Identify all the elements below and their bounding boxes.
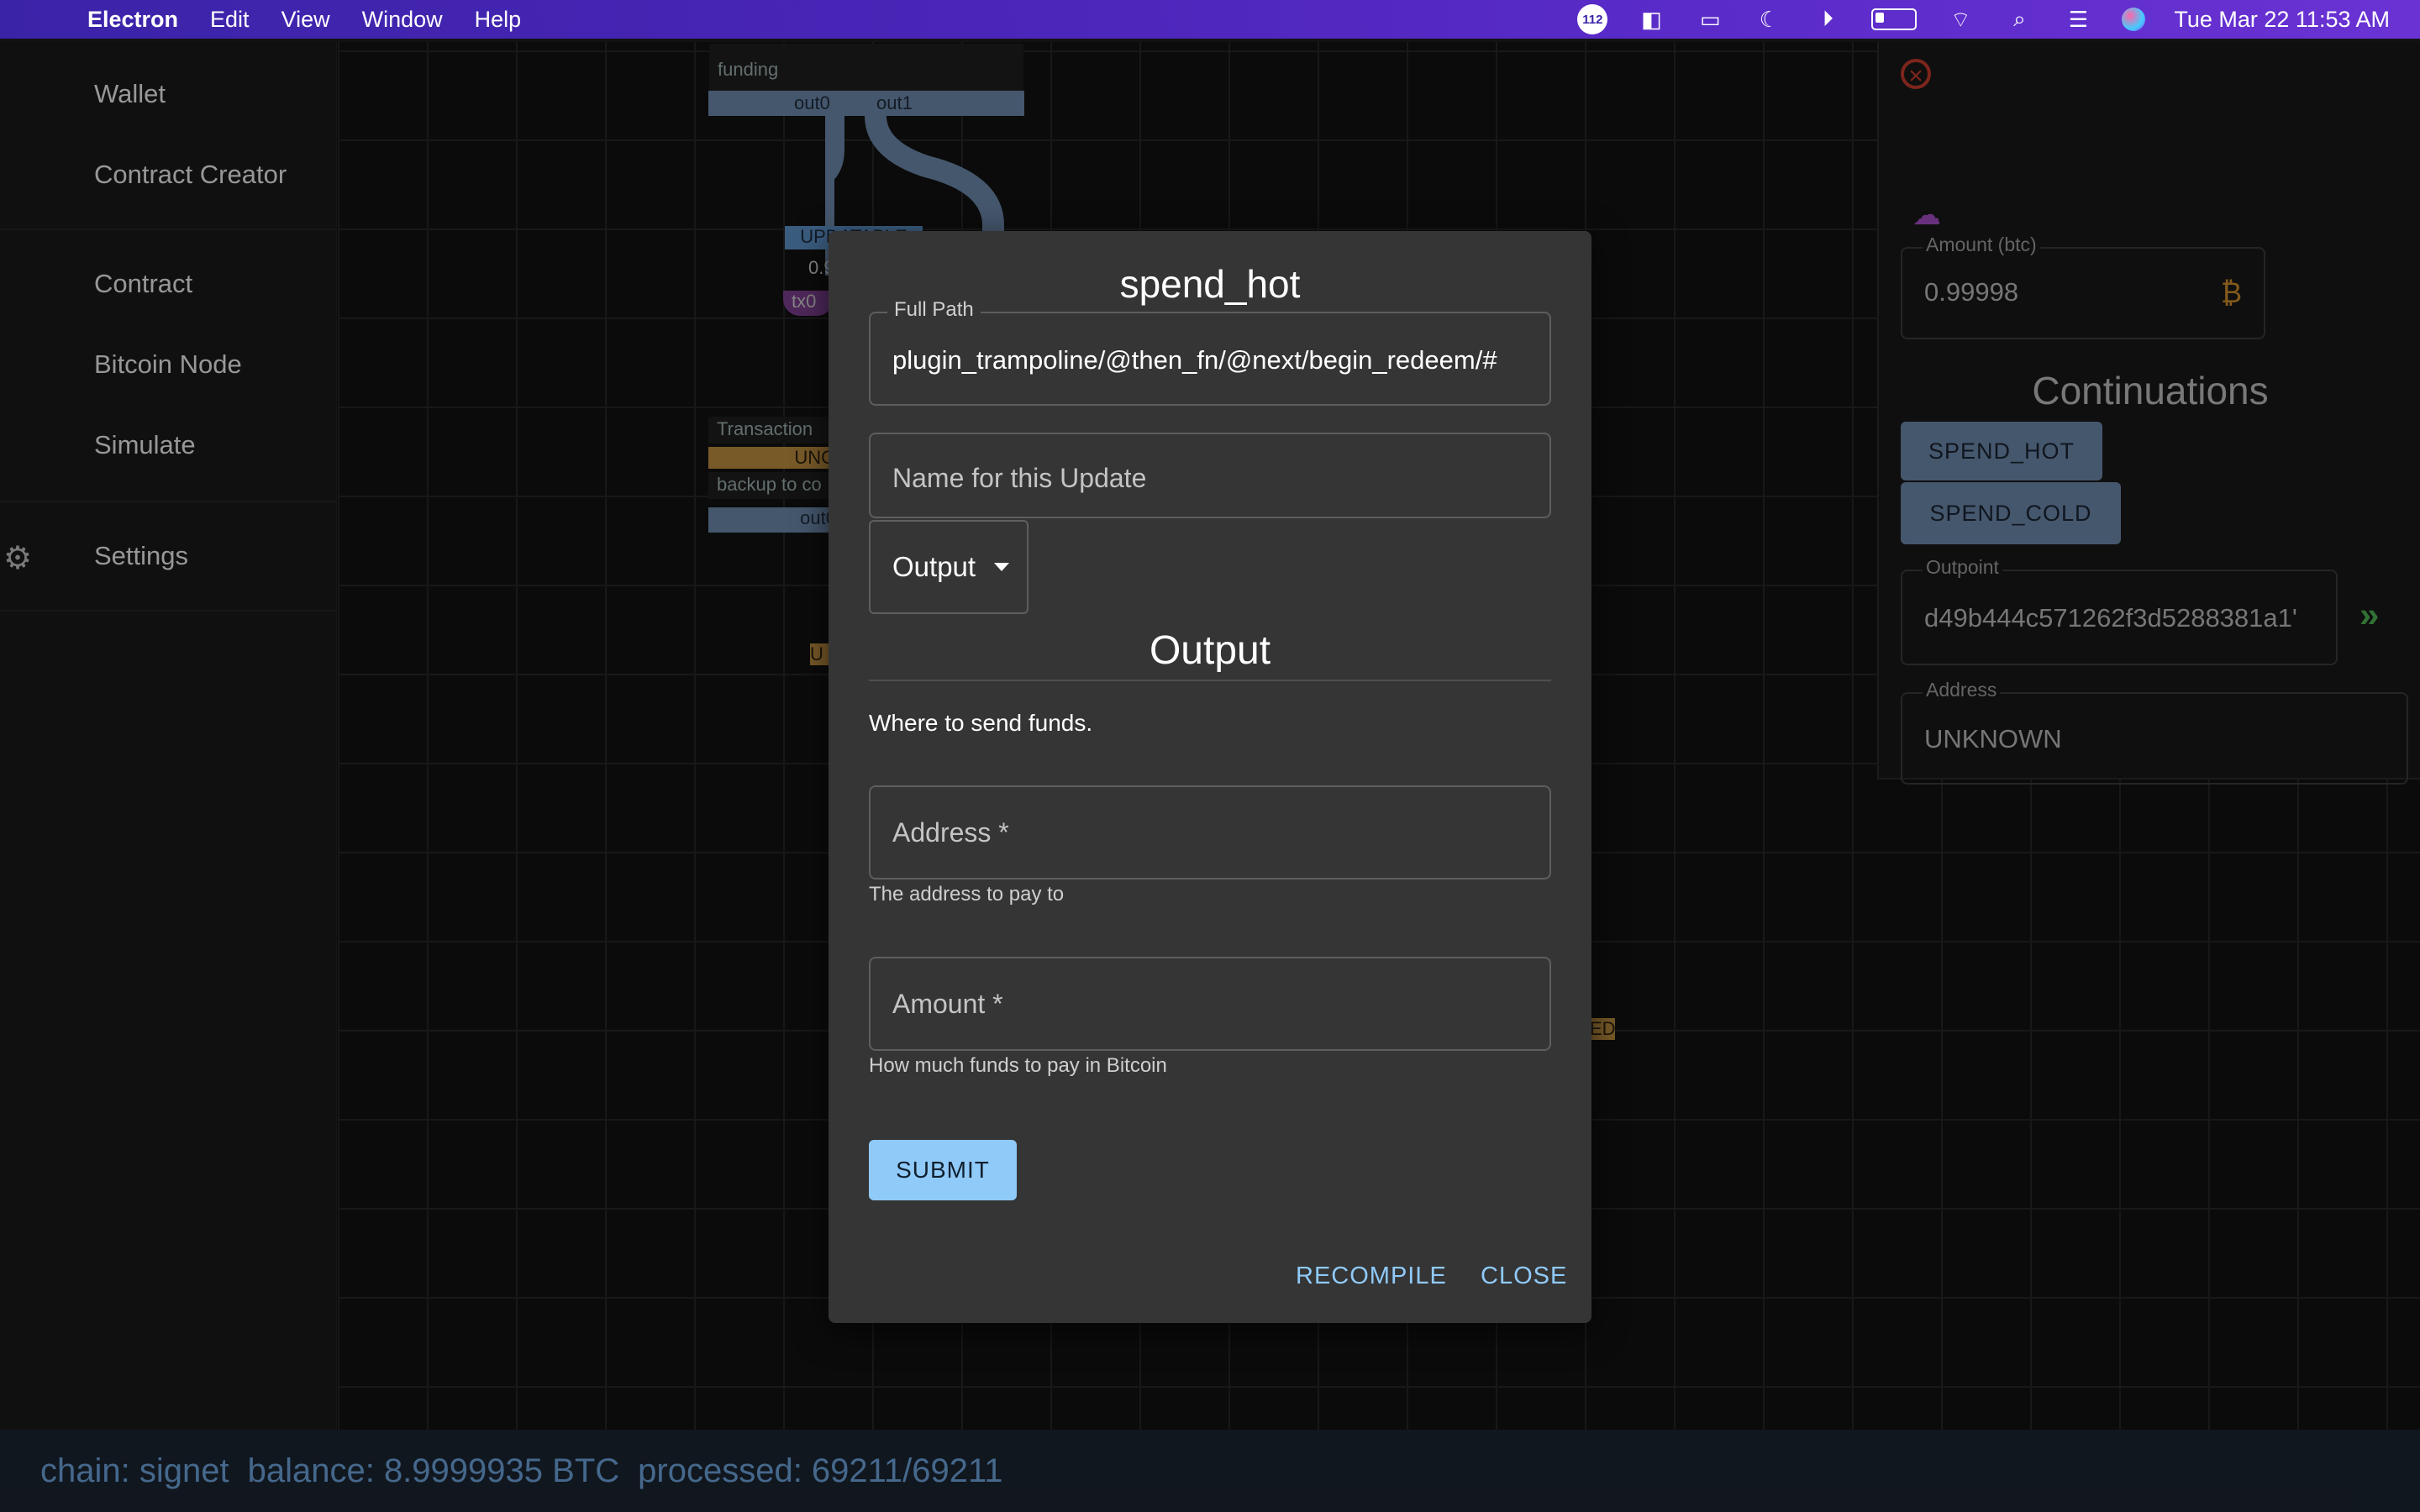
update-name-placeholder: Name for this Update [892,463,1147,493]
output-section-title: Output [1149,628,1271,673]
menu-app-name[interactable]: Electron [87,7,178,33]
output-type-value: Output [892,551,976,582]
menubar-status-area: 112 ◧ ▭ ☾ ⏵ ⌔ ⌕ ☰ Tue Mar 22 11:53 AM [1577,0,2390,39]
menu-view[interactable]: View [281,7,330,33]
search-icon[interactable]: ⌕ [2004,6,2034,32]
menu-window[interactable]: Window [362,7,443,33]
full-path-field[interactable]: Full Path plugin_trampoline/@then_fn/@ne… [869,298,1551,406]
menu-edit[interactable]: Edit [210,7,250,33]
recompile-button[interactable]: RECOMPILE [1296,1263,1447,1290]
section-divider [869,680,1551,681]
play-icon[interactable]: ⏵ [1812,6,1843,32]
submit-button[interactable]: SUBMIT [869,1140,1017,1200]
close-button[interactable]: CLOSE [1481,1263,1567,1290]
moon-icon[interactable]: ☾ [1754,7,1784,32]
battery-icon[interactable] [1871,8,1918,30]
control-center-icon[interactable]: ☰ [2063,7,2093,32]
wifi-icon[interactable]: ⌔ [1945,7,1975,32]
address-helper-text: The address to pay to [869,883,1065,906]
output-type-select[interactable]: Output [869,520,1028,614]
caret-down-icon [994,563,1010,571]
address-input[interactable]: Address * [869,785,1551,879]
amount-placeholder: Amount * [892,989,1003,1019]
full-path-label: Full Path [887,298,981,322]
amount-input[interactable]: Amount * [869,957,1551,1051]
menu-help[interactable]: Help [475,7,522,33]
spend-dialog: spend_hot Full Path plugin_trampoline/@t… [829,231,1591,1323]
output-section-description: Where to send funds. [869,710,1093,736]
full-path-value: plugin_trampoline/@then_fn/@next/begin_r… [892,345,1497,375]
siri-icon[interactable] [2122,8,2146,31]
menubar-datetime[interactable]: Tue Mar 22 11:53 AM [2174,7,2390,33]
window-icon[interactable]: ▭ [1695,7,1725,32]
menubar: Electron Edit View Window Help 112 ◧ ▭ ☾… [0,0,2420,39]
amount-helper-text: How much funds to pay in Bitcoin [869,1054,1167,1077]
notification-badge-icon[interactable]: 112 [1577,4,1608,34]
video-icon[interactable]: ◧ [1636,7,1666,32]
update-name-input[interactable]: Name for this Update [869,433,1551,518]
address-placeholder: Address * [892,817,1009,848]
